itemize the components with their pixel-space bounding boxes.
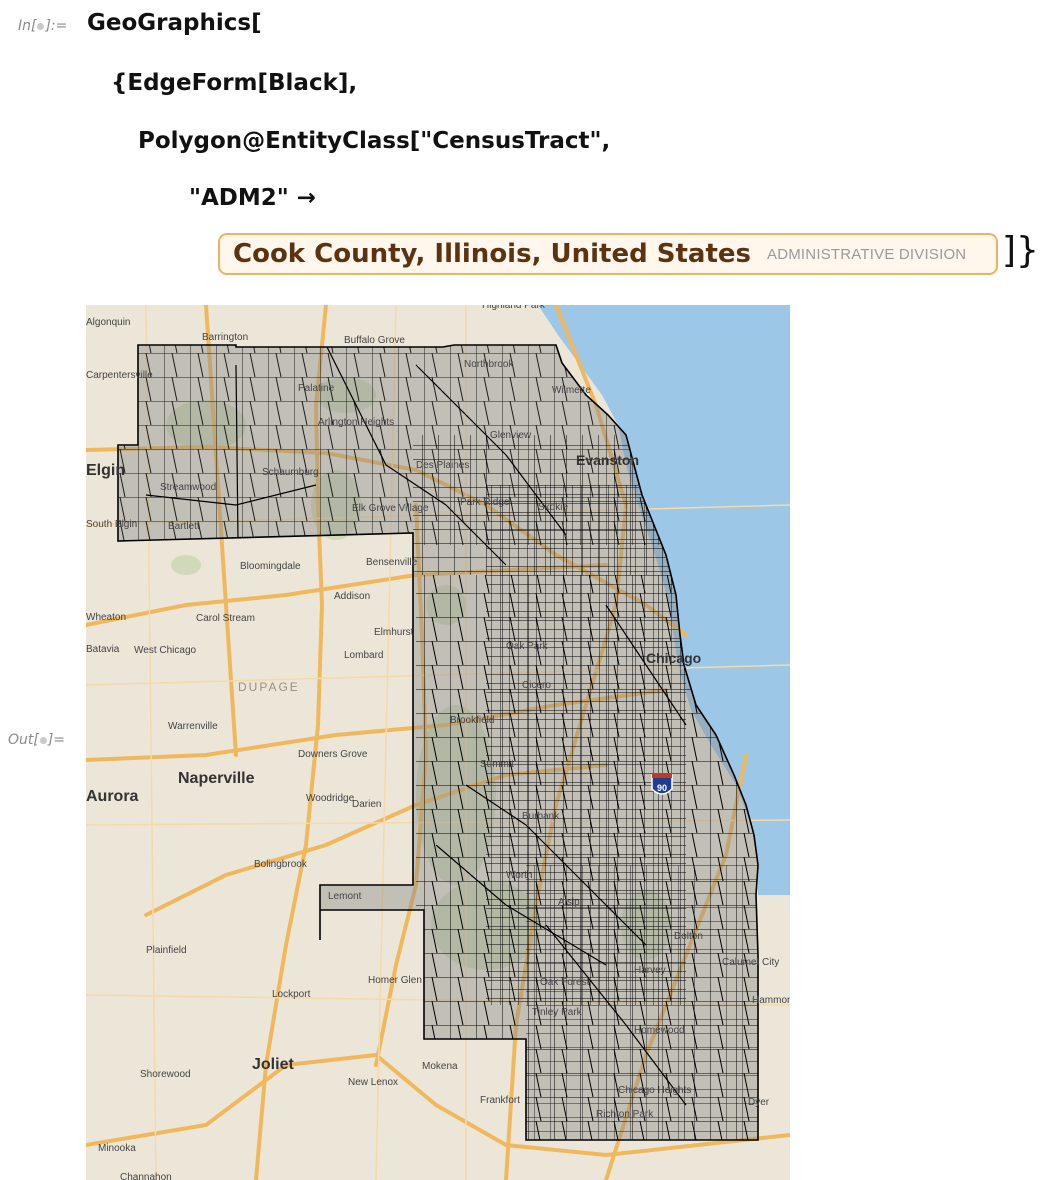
map-place-label: Channahon (120, 1172, 172, 1180)
map-place-label: Streamwood (160, 482, 216, 493)
code-line-4[interactable]: "ADM2" → (189, 185, 316, 211)
map-place-label: South Elgin (86, 519, 137, 530)
map-place-label: Worth (506, 870, 533, 881)
map-place-label: Addison (334, 591, 370, 602)
map-place-label: Elk Grove Village (352, 503, 429, 514)
map-place-label: Carol Stream (196, 613, 255, 624)
map-place-label: Batavia (86, 644, 120, 655)
map-place-label: Schaumburg (262, 467, 319, 478)
map-place-label: Wheaton (86, 612, 126, 623)
map-place-label: Park Ridge (460, 497, 510, 508)
code-line-3[interactable]: Polygon@EntityClass["CensusTract", (138, 128, 610, 154)
map-place-label: Richton Park (596, 1109, 654, 1120)
output-cell-label: Out[]= (8, 732, 66, 748)
interstate-shield-icon: 90 (651, 773, 673, 795)
map-place-label: Dolton (674, 931, 703, 942)
map-place-label: Minooka (98, 1143, 136, 1154)
entity-type: ADMINISTRATIVE DIVISION (767, 245, 967, 263)
map-place-label: Arlington Heights (318, 417, 394, 428)
map-place-label: Chicago (646, 650, 701, 666)
map-place-label: Algonquin (86, 317, 130, 328)
map-place-label: Oak Forest (540, 977, 590, 988)
map-place-label: Hammond (752, 995, 790, 1006)
map-place-label: Downers Grove (298, 749, 368, 760)
map-place-label: Dyer (748, 1097, 770, 1108)
map-place-label: Palatine (298, 383, 335, 394)
map-place-label: Oak Park (506, 641, 549, 652)
map-place-label: DUPAGE (238, 680, 300, 694)
map-place-label: Buffalo Grove (344, 335, 405, 346)
map-place-label: Darien (352, 799, 381, 810)
map-place-label: Harvey (634, 965, 666, 976)
map-place-label: Aurora (86, 788, 139, 805)
map-place-label: Northbrook (464, 359, 514, 370)
map-place-label: Skokie (538, 502, 568, 513)
map-place-label: Barrington (202, 332, 248, 343)
map-place-label: Burbank (522, 811, 560, 822)
map-place-label: Elgin (86, 462, 125, 479)
map-place-label: Warrenville (168, 721, 218, 732)
map-place-label: Des Plaines (416, 460, 469, 471)
map-graphic: 90 Algonquin Barrington Buffalo Grove Highl… (86, 305, 790, 1180)
map-place-label: Bloomingdale (240, 561, 301, 572)
map-place-label: Frankfort (480, 1095, 520, 1106)
cell-number-dot (37, 22, 45, 30)
code-line-2[interactable]: {EdgeForm[Black], (111, 70, 357, 96)
map-place-label: Calumet City (722, 957, 779, 968)
code-line-1[interactable]: GeoGraphics[ (87, 10, 262, 36)
cell-number-dot (39, 736, 47, 744)
entity-frame[interactable]: Cook County, Illinois, United States ADM… (218, 233, 998, 275)
map-place-label: Wilmette (552, 385, 591, 396)
map-place-label: Elmhurst (374, 627, 414, 638)
map-place-label: Bartlett (168, 521, 200, 532)
map-place-label: Plainfield (146, 945, 187, 956)
map-place-label: Lemont (328, 891, 362, 902)
geographics-output[interactable]: 90 Algonquin Barrington Buffalo Grove Highl… (86, 305, 790, 1180)
map-place-label: Homer Glen (368, 975, 422, 986)
map-place-label: West Chicago (134, 645, 197, 656)
map-place-label: Mokena (422, 1061, 458, 1072)
map-place-label: Brookfield (450, 715, 494, 726)
svg-text:90: 90 (657, 783, 667, 793)
map-place-label: New Lenox (348, 1077, 398, 1088)
entity-name: Cook County, Illinois, United States (233, 239, 751, 269)
map-place-label: Tinley Park (532, 1007, 583, 1018)
map-place-label: Homewood (634, 1025, 685, 1036)
closing-brackets: ]}] (1002, 230, 1040, 271)
map-place-label: Bolingbrook (254, 859, 308, 870)
input-cell-label: In[]:= (18, 18, 68, 34)
map-place-label: Evanston (576, 452, 639, 468)
map-place-label: Naperville (178, 770, 255, 787)
map-place-label: Chicago Heights (618, 1085, 691, 1096)
map-place-label: Cicero (522, 680, 551, 691)
map-place-label: Shorewood (140, 1069, 191, 1080)
map-place-label: Bensenville (366, 557, 418, 568)
map-place-label: Lombard (344, 650, 383, 661)
map-place-label: Alsip (558, 897, 580, 908)
map-place-label: Joliet (252, 1056, 294, 1073)
map-place-label: Carpentersville (86, 370, 153, 381)
map-place-label: Summit (480, 759, 514, 770)
map-place-label: Woodridge (306, 793, 355, 804)
map-place-label: Highland Park (482, 305, 546, 311)
map-place-label: Lockport (272, 989, 311, 1000)
map-place-label: Glenview (490, 430, 532, 441)
